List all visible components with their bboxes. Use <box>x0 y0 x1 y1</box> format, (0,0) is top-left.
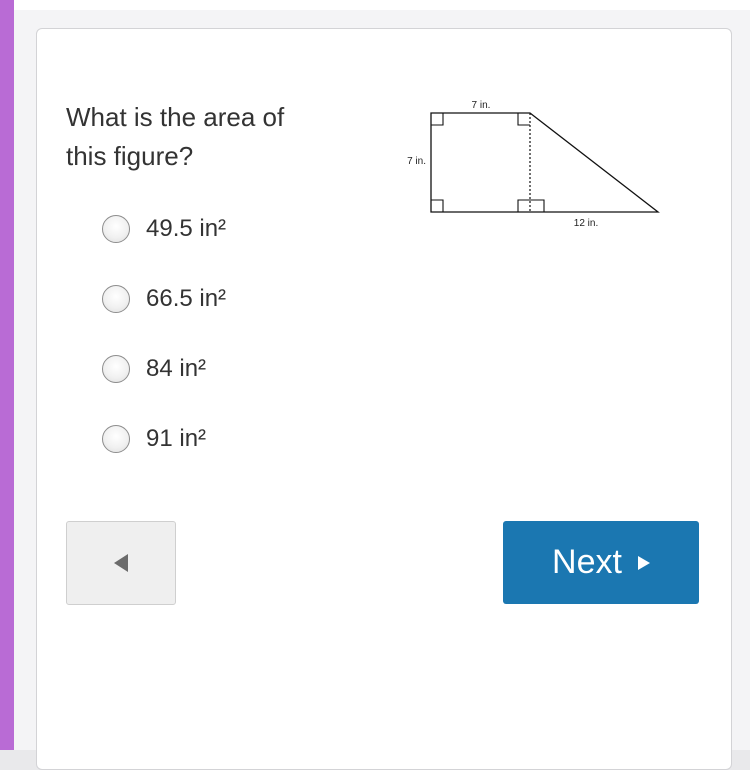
question-line-1: What is the area of <box>66 102 285 132</box>
right-triangle-icon <box>637 555 650 570</box>
question-text: What is the area of this figure? <box>66 98 366 176</box>
answer-option-label: 66.5 in² <box>146 285 227 312</box>
radio-button[interactable] <box>102 285 130 313</box>
left-triangle-icon <box>114 554 128 572</box>
answer-option-label: 91 in² <box>146 425 207 452</box>
figure-top-label: 7 in. <box>472 100 491 111</box>
trapezoid-figure: 7 in. 7 in. 12 in. <box>407 100 660 229</box>
next-button[interactable]: Next <box>503 521 699 604</box>
radio-button[interactable] <box>102 425 130 453</box>
radio-button[interactable] <box>102 355 130 383</box>
accent-bar <box>0 0 14 750</box>
trapezoid-shape <box>430 112 660 213</box>
figure-left-label: 7 in. <box>407 156 426 167</box>
answer-option-3[interactable]: 84 in² <box>102 353 206 385</box>
answer-option-4[interactable]: 91 in² <box>102 423 206 455</box>
answer-option-1[interactable]: 49.5 in² <box>102 213 226 245</box>
top-strip <box>14 0 750 10</box>
radio-button[interactable] <box>102 215 130 243</box>
answer-option-2[interactable]: 66.5 in² <box>102 283 226 315</box>
answer-option-label: 84 in² <box>146 355 207 382</box>
next-button-label: Next <box>552 543 622 581</box>
figure-bottom-label: 12 in. <box>574 218 598 229</box>
answer-option-label: 49.5 in² <box>146 215 227 242</box>
back-button[interactable] <box>66 521 176 605</box>
question-line-2: this figure? <box>66 141 194 171</box>
